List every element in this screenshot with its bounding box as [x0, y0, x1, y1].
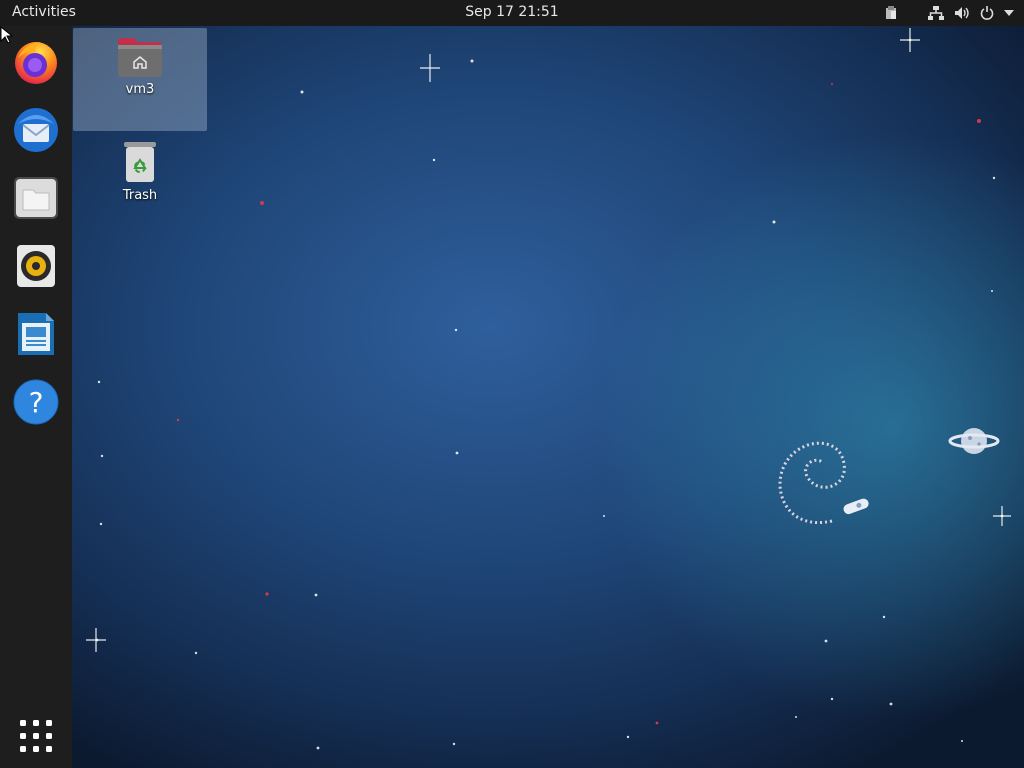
mouse-cursor-icon — [0, 26, 14, 44]
dock-item-rhythmbox[interactable] — [12, 242, 60, 290]
activities-button[interactable]: Activities — [12, 4, 76, 20]
desktop-background[interactable]: vm3 Trash — [72, 26, 1024, 768]
power-icon[interactable] — [980, 6, 994, 20]
home-folder-icon — [116, 36, 164, 78]
help-icon: ? — [13, 379, 59, 425]
desktop-icon-label: vm3 — [125, 82, 155, 97]
thunderbird-icon — [14, 108, 58, 152]
wallpaper-art — [86, 28, 1011, 750]
app-grid-icon — [20, 720, 52, 752]
desktop-icon-label: Trash — [122, 188, 158, 203]
dock-item-help[interactable]: ? — [12, 378, 60, 426]
files-icon — [14, 177, 58, 219]
dock: ? — [0, 26, 72, 768]
clock[interactable]: Sep 17 21:51 — [465, 4, 558, 20]
dock-item-thunderbird[interactable] — [12, 106, 60, 154]
desktop-icon-trash[interactable]: Trash — [73, 138, 207, 208]
dock-item-writer[interactable] — [12, 310, 60, 358]
dock-item-files[interactable] — [12, 174, 60, 222]
menu-arrow-icon[interactable] — [1004, 10, 1014, 16]
network-icon[interactable] — [928, 6, 944, 20]
dock-item-firefox[interactable] — [12, 38, 60, 86]
rhythmbox-icon — [17, 245, 55, 287]
system-tray — [868, 4, 1014, 22]
show-applications-button[interactable] — [18, 718, 54, 754]
status-menu[interactable] — [944, 6, 1014, 20]
writer-icon — [18, 313, 54, 355]
volume-icon[interactable] — [954, 6, 970, 20]
desktop-icon-vm3[interactable]: vm3 — [73, 28, 207, 131]
top-bar: Activities Sep 17 21:51 — [0, 0, 1024, 26]
firefox-icon — [15, 42, 57, 84]
trash-icon — [120, 140, 160, 184]
clipboard-icon[interactable] — [884, 6, 898, 20]
svg-text:?: ? — [29, 386, 44, 419]
